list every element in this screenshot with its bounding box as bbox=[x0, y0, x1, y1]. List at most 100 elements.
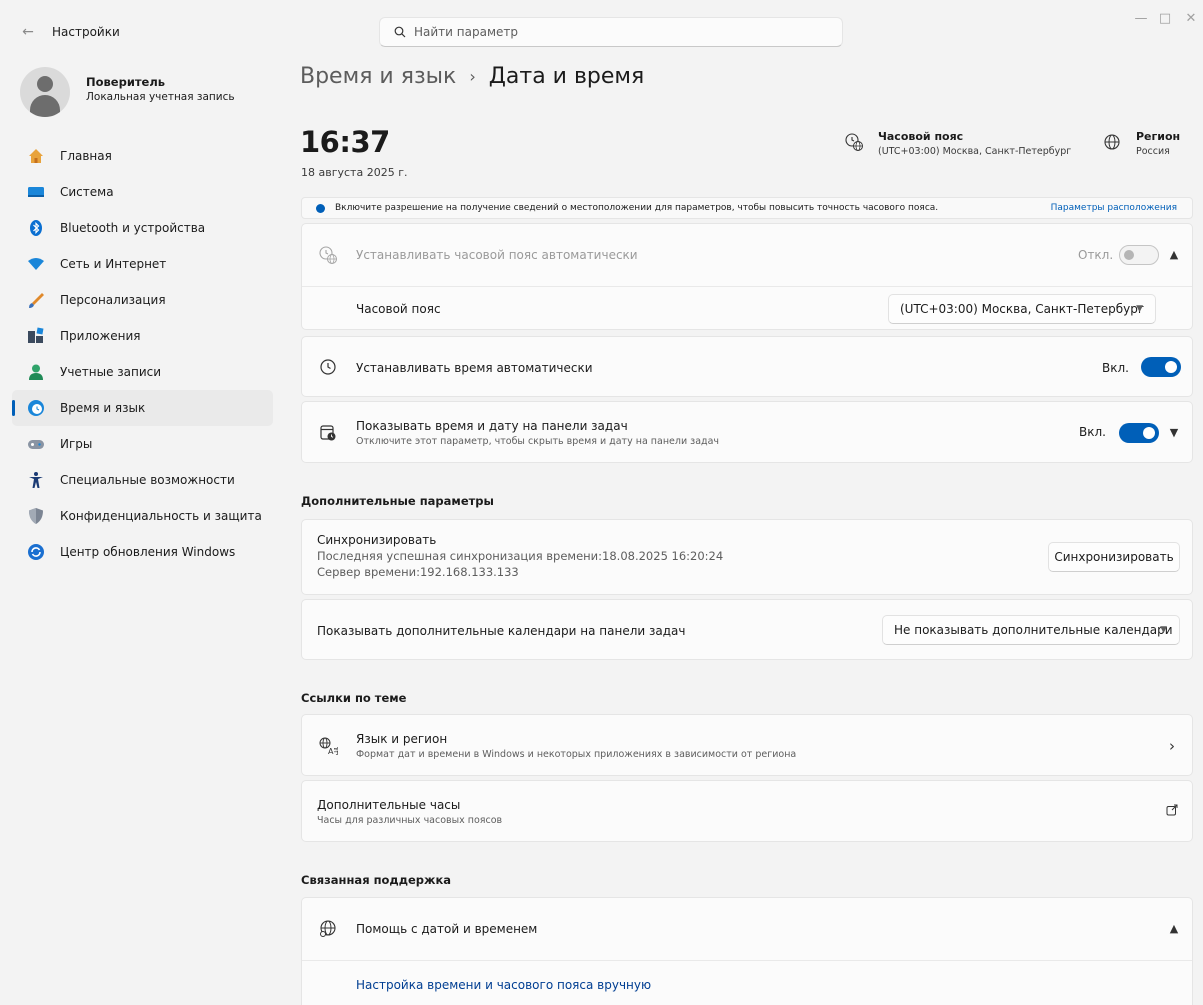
globe-icon bbox=[1100, 130, 1124, 154]
wifi-icon bbox=[26, 254, 46, 274]
sidebar-item-time-language[interactable]: Время и язык bbox=[12, 390, 273, 426]
sync-title: Синхронизировать bbox=[317, 533, 437, 547]
calendars-dropdown-value: Не показывать дополнительные календари bbox=[894, 623, 1173, 637]
sync-button[interactable]: Синхронизировать bbox=[1048, 542, 1180, 572]
chevron-up-icon[interactable]: ▲ bbox=[1166, 921, 1182, 937]
chevron-right-icon: › bbox=[469, 67, 476, 86]
related-links-heading: Ссылки по теме bbox=[301, 691, 407, 705]
sidebar-item-privacy[interactable]: Конфиденциальность и защита bbox=[12, 498, 273, 534]
update-icon bbox=[26, 542, 46, 562]
auto-time-row[interactable]: Устанавливать время автоматически Вкл. bbox=[302, 337, 1192, 398]
manual-time-setup-link[interactable]: Настройка времени и часового пояса вручн… bbox=[356, 978, 651, 992]
auto-time-label: Устанавливать время автоматически bbox=[356, 360, 593, 375]
region-title: Регион bbox=[1136, 130, 1181, 143]
breadcrumb-parent[interactable]: Время и язык bbox=[300, 64, 456, 89]
calendars-dropdown[interactable]: Не показывать дополнительные календари ▼ bbox=[882, 615, 1180, 645]
taskbar-time-row[interactable]: Показывать время и дату на панели задач … bbox=[302, 402, 1192, 464]
brush-icon bbox=[26, 290, 46, 310]
apps-icon bbox=[26, 326, 46, 346]
chevron-down-icon: ▼ bbox=[1160, 625, 1167, 635]
sidebar-item-home[interactable]: Главная bbox=[12, 138, 273, 174]
clock-icon bbox=[316, 355, 340, 379]
sidebar-item-label: Учетные записи bbox=[60, 365, 162, 379]
back-arrow-icon[interactable]: ← bbox=[18, 22, 38, 42]
sync-last-time: Последняя успешная синхронизация времени… bbox=[317, 549, 724, 563]
sidebar-item-label: Игры bbox=[60, 437, 93, 451]
region-summary: Регион Россия bbox=[1100, 130, 1180, 157]
timezone-label: Часовой пояс bbox=[356, 302, 441, 316]
breadcrumb: Время и язык › Дата и время bbox=[300, 64, 644, 89]
auto-timezone-row[interactable]: Устанавливать часовой пояс автоматически… bbox=[302, 224, 1192, 286]
search-input[interactable] bbox=[414, 25, 814, 39]
auto-timezone-toggle[interactable] bbox=[1119, 245, 1159, 265]
help-globe-icon bbox=[316, 917, 340, 941]
profile-name: Поверитель bbox=[86, 75, 166, 89]
taskbar-time-label: Показывать время и дату на панели задач bbox=[356, 419, 628, 433]
sidebar-item-windows-update[interactable]: Центр обновления Windows bbox=[12, 534, 273, 570]
taskbar-time-sub: Отключите этот параметр, чтобы скрыть вр… bbox=[356, 436, 720, 447]
timezone-title: Часовой пояс bbox=[878, 130, 964, 143]
info-message: Включите разрешение на получение сведени… bbox=[335, 203, 939, 213]
timezone-select-row: Часовой пояс (UTC+03:00) Москва, Санкт-П… bbox=[302, 287, 1192, 331]
location-settings-link[interactable]: Параметры расположения bbox=[1051, 203, 1177, 213]
close-icon[interactable]: ✕ bbox=[1178, 6, 1203, 32]
sidebar-item-system[interactable]: Система bbox=[12, 174, 273, 210]
region-value: Россия bbox=[1136, 146, 1170, 157]
language-icon: A字 bbox=[316, 734, 340, 758]
additional-settings-heading: Дополнительные параметры bbox=[301, 494, 494, 508]
timezone-dropdown-value: (UTC+03:00) Москва, Санкт-Петербург bbox=[900, 302, 1145, 316]
sidebar-item-gaming[interactable]: Игры bbox=[12, 426, 273, 462]
sync-server: Сервер времени:192.168.133.133 bbox=[317, 565, 519, 579]
sidebar-item-label: Время и язык bbox=[60, 401, 146, 415]
chevron-down-icon[interactable]: ▼ bbox=[1166, 425, 1182, 441]
open-external-icon[interactable] bbox=[1164, 804, 1180, 820]
accessibility-icon bbox=[26, 470, 46, 490]
accounts-icon bbox=[26, 362, 46, 382]
chevron-down-icon: ▼ bbox=[1136, 304, 1143, 314]
additional-clocks-row[interactable]: Дополнительные часы Часы для различных ч… bbox=[302, 781, 1192, 843]
gamepad-icon bbox=[26, 434, 46, 454]
sidebar-item-label: Конфиденциальность и защита bbox=[60, 509, 262, 523]
sidebar-item-bluetooth[interactable]: Bluetooth и устройства bbox=[12, 210, 273, 246]
taskbar-time-toggle[interactable] bbox=[1119, 423, 1159, 443]
language-region-row[interactable]: A字 Язык и регион Формат дат и времени в … bbox=[302, 715, 1192, 777]
maximize-icon[interactable]: □ bbox=[1152, 6, 1178, 32]
timezone-summary: Часовой пояс (UTC+03:00) Москва, Санкт-П… bbox=[842, 130, 1071, 157]
sidebar-item-personalization[interactable]: Персонализация bbox=[12, 282, 273, 318]
clock-globe-icon bbox=[842, 130, 866, 154]
search-box[interactable] bbox=[379, 17, 843, 47]
timezone-value: (UTC+03:00) Москва, Санкт-Петербург bbox=[878, 146, 1072, 157]
profile-account-type: Локальная учетная запись bbox=[86, 91, 235, 103]
additional-clocks-card[interactable]: Дополнительные часы Часы для различных ч… bbox=[301, 780, 1193, 842]
sidebar-item-label: Главная bbox=[60, 149, 112, 163]
sidebar-item-network[interactable]: Сеть и Интернет bbox=[12, 246, 273, 282]
sidebar-item-label: Персонализация bbox=[60, 293, 166, 307]
chevron-right-icon[interactable]: › bbox=[1164, 738, 1180, 754]
sidebar-nav: Главная Система Bluetooth и устройства С… bbox=[12, 138, 273, 570]
sync-card: Синхронизировать Последняя успешная синх… bbox=[301, 519, 1193, 595]
timezone-dropdown[interactable]: (UTC+03:00) Москва, Санкт-Петербург ▼ bbox=[888, 294, 1156, 324]
help-row[interactable]: Помощь с датой и временем ▲ bbox=[302, 898, 1192, 960]
auto-time-state: Вкл. bbox=[1102, 360, 1129, 375]
sidebar-item-label: Приложения bbox=[60, 329, 141, 343]
minimize-icon[interactable]: — bbox=[1128, 6, 1154, 32]
current-date: 18 августа 2025 г. bbox=[301, 166, 408, 179]
taskbar-time-card: Показывать время и дату на панели задач … bbox=[301, 401, 1193, 463]
user-profile[interactable]: Поверитель Локальная учетная запись bbox=[20, 67, 270, 127]
language-region-card[interactable]: A字 Язык и регион Формат дат и времени в … bbox=[301, 714, 1193, 776]
sidebar-item-accounts[interactable]: Учетные записи bbox=[12, 354, 273, 390]
calendar-clock-icon bbox=[316, 421, 340, 445]
auto-time-toggle[interactable] bbox=[1141, 357, 1181, 377]
title-bar: ← Настройки — □ ✕ bbox=[0, 0, 1203, 66]
sidebar-item-apps[interactable]: Приложения bbox=[12, 318, 273, 354]
sidebar-item-label: Центр обновления Windows bbox=[60, 545, 236, 559]
sidebar-item-label: Специальные возможности bbox=[60, 473, 235, 487]
system-icon bbox=[26, 182, 46, 202]
auto-timezone-card: Устанавливать часовой пояс автоматически… bbox=[301, 223, 1193, 330]
additional-clocks-title: Дополнительные часы bbox=[317, 798, 461, 812]
sidebar-item-accessibility[interactable]: Специальные возможности bbox=[12, 462, 273, 498]
language-region-sub: Формат дат и времени в Windows и некотор… bbox=[356, 749, 797, 760]
chevron-up-icon[interactable]: ▲ bbox=[1166, 247, 1182, 263]
calendars-card: Показывать дополнительные календари на п… bbox=[301, 599, 1193, 660]
clock-globe-icon bbox=[316, 243, 340, 267]
